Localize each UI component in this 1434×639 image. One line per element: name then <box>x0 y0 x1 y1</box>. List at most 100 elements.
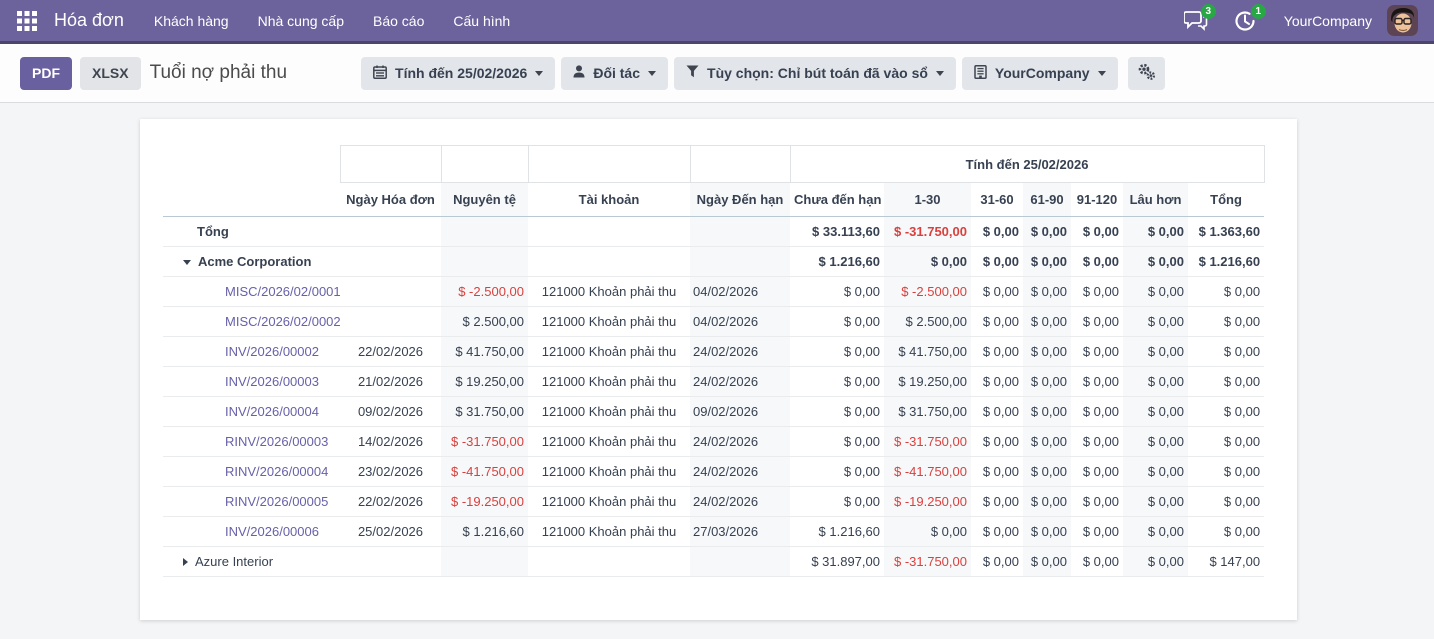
funnel-filter-icon <box>686 65 699 81</box>
cell-31-60: $ 0,00 <box>971 487 1023 517</box>
menu-reports[interactable]: Báo cáo <box>373 13 424 29</box>
apps-grid-icon[interactable] <box>14 8 40 34</box>
gears-icon <box>1137 63 1156 84</box>
cell-31-60: $ 0,00 <box>971 217 1023 247</box>
move-link[interactable]: RINV/2026/00005 <box>225 494 328 509</box>
cell-not-due: $ 31.897,00 <box>790 547 884 577</box>
col-header-due-date: Ngày Đến hạn <box>690 183 790 217</box>
move-link[interactable]: INV/2026/00006 <box>225 524 319 539</box>
cell-1-30: $ -31.750,00 <box>884 217 971 247</box>
app-name[interactable]: Hóa đơn <box>54 10 124 31</box>
row-label[interactable]: Acme Corporation <box>198 254 311 269</box>
menu-customers[interactable]: Khách hàng <box>154 13 229 29</box>
table-column-headers: Ngày Hóa đơn Nguyên tệ Tài khoản Ngày Đế… <box>163 183 1264 217</box>
menu-configuration[interactable]: Cấu hình <box>453 13 510 29</box>
table-row-line: INV/2026/0000222/02/2026$ 41.750,0012100… <box>163 337 1264 367</box>
settings-gears-button[interactable] <box>1128 57 1165 90</box>
cell-due-date <box>690 247 790 277</box>
navbar-company-name[interactable]: YourCompany <box>1284 13 1372 29</box>
cell-invoice-date: 22/02/2026 <box>340 337 441 367</box>
cell-1-30: $ -31.750,00 <box>884 427 971 457</box>
cell-1-30: $ 19.250,00 <box>884 367 971 397</box>
user-icon <box>573 65 585 81</box>
cell-61-90: $ 0,00 <box>1023 367 1071 397</box>
cell-31-60: $ 0,00 <box>971 367 1023 397</box>
cell-currency: $ 19.250,00 <box>441 367 528 397</box>
cell-invoice-date: 22/02/2026 <box>340 487 441 517</box>
cell-91-120: $ 0,00 <box>1071 247 1123 277</box>
cell-91-120: $ 0,00 <box>1071 277 1123 307</box>
cell-61-90: $ 0,00 <box>1023 307 1071 337</box>
cell-due-date: 24/02/2026 <box>690 487 790 517</box>
cell-account <box>528 217 690 247</box>
cell-name[interactable]: Azure Interior <box>163 547 340 577</box>
pdf-button[interactable]: PDF <box>20 57 72 90</box>
move-link[interactable]: MISC/2026/02/0001 <box>225 284 340 299</box>
report-table-body: Tổng$ 33.113,60$ -31.750,00$ 0,00$ 0,00$… <box>163 217 1264 577</box>
control-panel: PDF XLSX Tuổi nợ phải thu Tính đến 25/02… <box>0 44 1434 103</box>
caret-right-icon[interactable] <box>183 558 188 566</box>
cell-invoice-date: 23/02/2026 <box>340 457 441 487</box>
user-avatar[interactable] <box>1387 5 1418 36</box>
date-filter-label: Tính đến 25/02/2026 <box>395 65 527 81</box>
cell-name[interactable]: Acme Corporation <box>163 247 340 277</box>
header-box <box>528 146 690 183</box>
move-link[interactable]: INV/2026/00002 <box>225 344 319 359</box>
cell-invoice-date <box>340 247 441 277</box>
options-filter-button[interactable]: Tùy chọn: Chỉ bút toán đã vào sổ <box>674 57 956 90</box>
xlsx-button[interactable]: XLSX <box>80 57 141 90</box>
cell-total: $ 0,00 <box>1188 307 1264 337</box>
caret-down-icon[interactable] <box>183 260 191 265</box>
cell-91-120: $ 0,00 <box>1071 487 1123 517</box>
cell-currency <box>441 547 528 577</box>
cell-name: MISC/2026/02/0001 <box>163 277 340 307</box>
col-header-1-30: 1-30 <box>884 183 971 217</box>
move-link[interactable]: RINV/2026/00004 <box>225 464 328 479</box>
cell-name: INV/2026/00002 <box>163 337 340 367</box>
cell-invoice-date: 25/02/2026 <box>340 517 441 547</box>
table-row-group: Azure Interior$ 31.897,00$ -31.750,00$ 0… <box>163 547 1264 577</box>
cell-currency: $ -2.500,00 <box>441 277 528 307</box>
cell-61-90: $ 0,00 <box>1023 487 1071 517</box>
cell-91-120: $ 0,00 <box>1071 307 1123 337</box>
cell-total: $ 0,00 <box>1188 517 1264 547</box>
cell-total: $ 1.363,60 <box>1188 217 1264 247</box>
cell-due-date: 04/02/2026 <box>690 277 790 307</box>
cell-older: $ 0,00 <box>1123 547 1188 577</box>
cell-currency: $ 31.750,00 <box>441 397 528 427</box>
table-row-line: INV/2026/0000625/02/2026$ 1.216,60121000… <box>163 517 1264 547</box>
move-link[interactable]: RINV/2026/00003 <box>225 434 328 449</box>
cell-31-60: $ 0,00 <box>971 277 1023 307</box>
row-label[interactable]: Azure Interior <box>195 554 273 569</box>
move-link[interactable]: MISC/2026/02/0002 <box>225 314 340 329</box>
cell-account: 121000 Khoản phải thu <box>528 337 690 367</box>
cell-61-90: $ 0,00 <box>1023 457 1071 487</box>
cell-due-date: 24/02/2026 <box>690 457 790 487</box>
messages-icon[interactable]: 3 <box>1184 10 1208 32</box>
cell-account: 121000 Khoản phải thu <box>528 307 690 337</box>
cell-31-60: $ 0,00 <box>971 427 1023 457</box>
cell-61-90: $ 0,00 <box>1023 547 1071 577</box>
cell-account: 121000 Khoản phải thu <box>528 517 690 547</box>
cell-invoice-date: 21/02/2026 <box>340 367 441 397</box>
cell-account: 121000 Khoản phải thu <box>528 367 690 397</box>
cell-31-60: $ 0,00 <box>971 397 1023 427</box>
cell-not-due: $ 0,00 <box>790 397 884 427</box>
partner-filter-button[interactable]: Đối tác <box>561 57 668 90</box>
move-link[interactable]: INV/2026/00004 <box>225 404 319 419</box>
col-header-91-120: 91-120 <box>1071 183 1123 217</box>
move-link[interactable]: INV/2026/00003 <box>225 374 319 389</box>
cell-invoice-date <box>340 307 441 337</box>
cell-91-120: $ 0,00 <box>1071 337 1123 367</box>
table-row-line: RINV/2026/0000314/02/2026$ -31.750,00121… <box>163 427 1264 457</box>
cell-currency <box>441 217 528 247</box>
company-filter-button[interactable]: YourCompany <box>962 57 1118 90</box>
cell-due-date: 24/02/2026 <box>690 367 790 397</box>
activities-clock-icon[interactable]: 1 <box>1234 10 1258 32</box>
menu-vendors[interactable]: Nhà cung cấp <box>258 13 344 29</box>
cell-account: 121000 Khoản phải thu <box>528 457 690 487</box>
cell-1-30: $ 2.500,00 <box>884 307 971 337</box>
cell-name: INV/2026/00003 <box>163 367 340 397</box>
date-filter-button[interactable]: Tính đến 25/02/2026 <box>361 57 555 90</box>
cell-older: $ 0,00 <box>1123 427 1188 457</box>
